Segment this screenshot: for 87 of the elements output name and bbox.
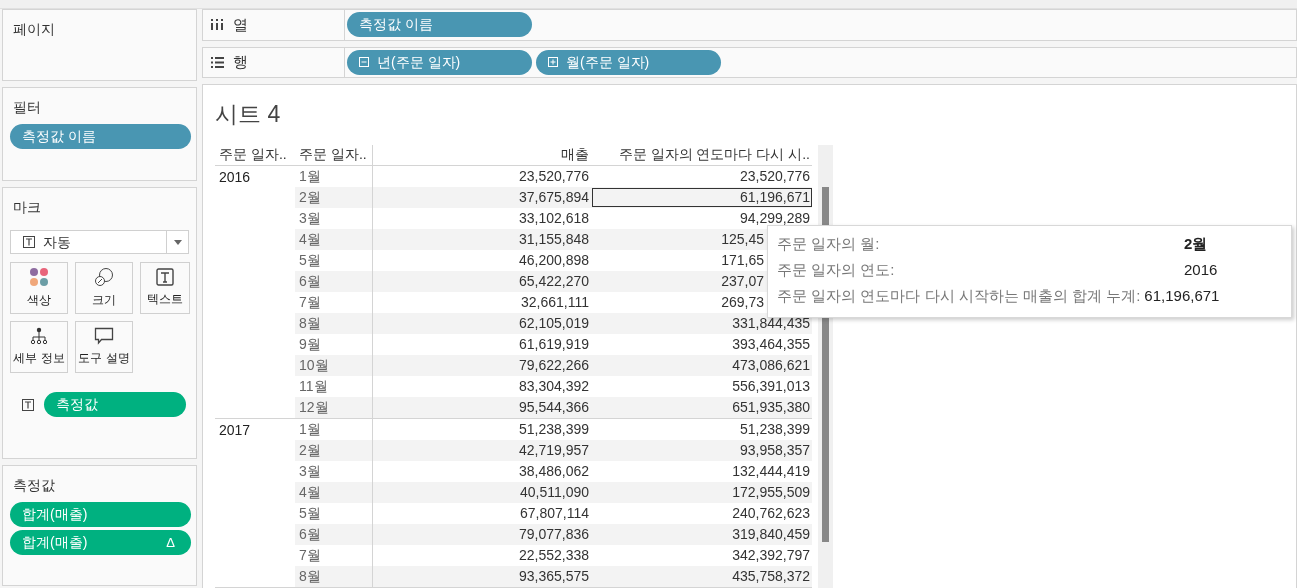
year-header: 2016 bbox=[219, 169, 251, 185]
tooltip-label: 주문 일자의 연도: bbox=[777, 260, 896, 281]
column-header[interactable]: 주문 일자의 연도마다 다시 시.. bbox=[592, 144, 812, 165]
table-cell-text: 37,675,894 bbox=[517, 188, 590, 207]
table-cell-text: 556,391,013 bbox=[731, 377, 811, 396]
table-cell-text: 79,077,836 bbox=[517, 525, 590, 544]
table-cell-text: 269,73 bbox=[720, 293, 765, 312]
table-cell-text: 240,762,623 bbox=[731, 504, 811, 523]
panel-title: 필터 bbox=[12, 98, 42, 117]
columns-icon bbox=[211, 19, 224, 31]
table-cell-text: 79,622,266 bbox=[517, 356, 590, 375]
table-cell-text: 32,661,111 bbox=[520, 293, 590, 312]
table-cell-text: 93,365,575 bbox=[517, 567, 590, 586]
column-header[interactable]: 주문 일자.. bbox=[215, 144, 295, 165]
speech-bubble-icon bbox=[94, 327, 114, 345]
table-cell-text: 67,807,114 bbox=[518, 504, 590, 523]
panel-title: 측정값 bbox=[12, 476, 56, 495]
table-cell-text: 94,299,289 bbox=[738, 209, 811, 228]
table-cell-text: 62,105,019 bbox=[517, 314, 590, 333]
table-cell-text: 237,07 bbox=[720, 272, 765, 291]
tooltip-label: 주문 일자의 연도마다 다시 시작하는 매출의 합계 누계: bbox=[777, 286, 1141, 307]
table-cell-text: 51,238,399 bbox=[517, 420, 590, 439]
table-cell-text: 393,464,355 bbox=[731, 335, 811, 354]
text-mark-icon bbox=[23, 236, 35, 248]
tooltip-value: 2월 bbox=[1184, 234, 1208, 255]
table-cell-text: 23,520,776 bbox=[517, 167, 590, 186]
month-header: 2월 bbox=[295, 187, 373, 208]
table-cell-text: 132,444,419 bbox=[731, 462, 811, 481]
table-cell-text: 46,200,898 bbox=[517, 251, 590, 270]
panel-title: 페이지 bbox=[12, 20, 56, 39]
table-cell-text: 319,840,459 bbox=[731, 525, 811, 544]
table-cell-text: 22,552,338 bbox=[517, 546, 590, 565]
table-cell-text: 93,958,357 bbox=[738, 441, 811, 460]
color-dots-icon bbox=[29, 267, 49, 287]
tooltip-label: 주문 일자의 월: bbox=[777, 234, 881, 255]
table-cell-text: 651,935,380 bbox=[731, 398, 811, 417]
table-cell-text: 473,086,621 bbox=[731, 356, 811, 375]
table-cell-text: 65,422,270 bbox=[517, 272, 590, 291]
table-cell-text: 31,155,848 bbox=[517, 230, 590, 249]
column-header[interactable]: 주문 일자.. bbox=[295, 145, 373, 165]
mark-property-button[interactable]: 도구 설명 bbox=[75, 321, 133, 373]
column-header[interactable]: 매출 bbox=[373, 144, 592, 165]
table-cell-text: 95,544,366 bbox=[517, 398, 590, 417]
panel-title: 마크 bbox=[12, 198, 42, 217]
table-cell-text: 51,238,399 bbox=[738, 420, 811, 439]
table-cell: 61,196,671 bbox=[592, 188, 812, 207]
table-cell-text: 23,520,776 bbox=[738, 167, 811, 186]
collapse-icon[interactable] bbox=[359, 57, 369, 68]
table-cell-text: 40,511,090 bbox=[518, 483, 590, 502]
month-header: 12월 bbox=[295, 397, 373, 418]
month-header: 8월 bbox=[295, 566, 373, 587]
mark-property-button[interactable]: 세부 정보 bbox=[10, 321, 68, 373]
tooltip-value: 61,196,671 bbox=[1143, 286, 1220, 307]
tooltip-value: 2016 bbox=[1184, 260, 1218, 281]
month-header: 2월 bbox=[295, 440, 373, 461]
month-header: 10월 bbox=[295, 355, 373, 376]
expand-icon[interactable] bbox=[548, 57, 558, 68]
mark-property-button[interactable]: 색상 bbox=[10, 262, 68, 314]
table-cell-text: 38,486,062 bbox=[517, 462, 590, 481]
table-cell-text: 125,45 bbox=[720, 230, 765, 249]
month-header: 4월 bbox=[295, 229, 373, 250]
rows-icon bbox=[211, 56, 224, 68]
shelf-label: 행 bbox=[233, 52, 248, 72]
month-header: 4월 bbox=[295, 482, 373, 503]
text-mark-icon bbox=[156, 268, 174, 286]
text-mark-icon bbox=[22, 398, 34, 411]
table-cell-text: 61,619,919 bbox=[517, 335, 590, 354]
month-header: 6월 bbox=[295, 271, 373, 292]
size-circles-icon bbox=[94, 267, 114, 287]
month-header: 8월 bbox=[295, 313, 373, 334]
table-cell-text: 342,392,797 bbox=[731, 546, 811, 565]
mark-type-dropdown[interactable]: 자동 bbox=[10, 230, 189, 254]
mark-property-button[interactable]: 텍스트 bbox=[140, 262, 190, 314]
mark-property-button[interactable]: 크기 bbox=[75, 262, 133, 314]
table-cell-text: 42,719,957 bbox=[517, 441, 590, 460]
table-cell-text: 331,844,435 bbox=[731, 314, 811, 333]
table-cell-text: 33,102,618 bbox=[517, 209, 590, 228]
shelf-label: 열 bbox=[233, 14, 248, 35]
caret-icon bbox=[173, 239, 182, 245]
table-cell-text: 435,758,372 bbox=[731, 567, 811, 586]
hierarchy-icon bbox=[29, 327, 49, 345]
table-cell-text: 171,65 bbox=[720, 251, 765, 270]
month-header: 6월 bbox=[295, 524, 373, 545]
table-cell-text: 83,304,392 bbox=[517, 377, 590, 396]
sheet-title: 시트 4 bbox=[215, 100, 282, 129]
table-cell-text: 172,955,509 bbox=[731, 483, 811, 502]
year-header: 2017 bbox=[219, 422, 251, 438]
